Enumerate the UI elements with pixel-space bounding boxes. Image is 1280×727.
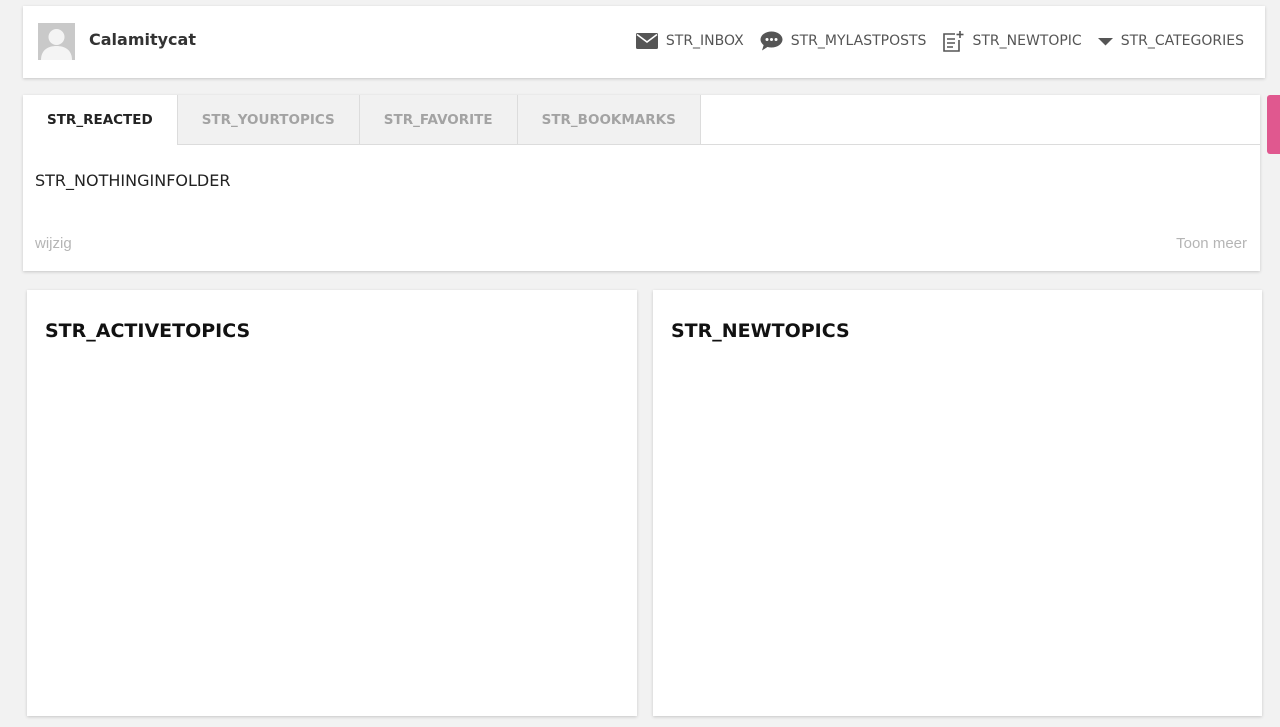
folder-tabs: STR_REACTED STR_YOURTOPICS STR_FAVORITE … [23, 95, 1260, 145]
folder-box: STR_REACTED STR_YOURTOPICS STR_FAVORITE … [23, 95, 1260, 271]
show-more-link[interactable]: Toon meer [1176, 235, 1247, 252]
new-topics-title: STR_NEWTOPICS [671, 320, 850, 342]
nav-categories-label: STR_CATEGORIES [1120, 33, 1244, 49]
empty-folder-message: STR_NOTHINGINFOLDER [35, 171, 231, 190]
nav-mylastposts[interactable]: STR_MYLASTPOSTS [760, 31, 927, 51]
side-feedback-tab[interactable] [1267, 95, 1280, 154]
speech-bubble-icon [760, 31, 783, 51]
nav-categories[interactable]: STR_CATEGORIES [1097, 33, 1244, 49]
active-topics-title: STR_ACTIVETOPICS [45, 320, 251, 342]
nav-newtopic-label: STR_NEWTOPIC [972, 33, 1082, 49]
avatar[interactable] [38, 23, 75, 60]
tab-yourtopics[interactable]: STR_YOURTOPICS [177, 95, 360, 144]
nav-inbox[interactable]: STR_INBOX [635, 33, 744, 49]
top-header: Calamitycat STR_INBOX STR_MYLASTPOSTS ST… [23, 6, 1265, 78]
header-nav: STR_INBOX STR_MYLASTPOSTS STR_NEWTOPIC S… [635, 30, 1244, 52]
tab-reacted[interactable]: STR_REACTED [23, 95, 178, 145]
caret-down-icon [1097, 37, 1113, 46]
active-topics-panel: STR_ACTIVETOPICS [27, 290, 637, 716]
nav-mylastposts-label: STR_MYLASTPOSTS [790, 33, 927, 49]
username[interactable]: Calamitycat [89, 30, 196, 49]
nav-inbox-label: STR_INBOX [665, 33, 744, 49]
user-silhouette-icon [38, 23, 75, 60]
tab-favorite[interactable]: STR_FAVORITE [359, 95, 518, 144]
tab-bookmarks[interactable]: STR_BOOKMARKS [517, 95, 701, 144]
edit-link[interactable]: wijzig [35, 235, 72, 252]
new-topics-panel: STR_NEWTOPICS [653, 290, 1262, 716]
new-document-icon [942, 30, 964, 52]
nav-newtopic[interactable]: STR_NEWTOPIC [942, 30, 1082, 52]
envelope-icon [635, 33, 658, 49]
